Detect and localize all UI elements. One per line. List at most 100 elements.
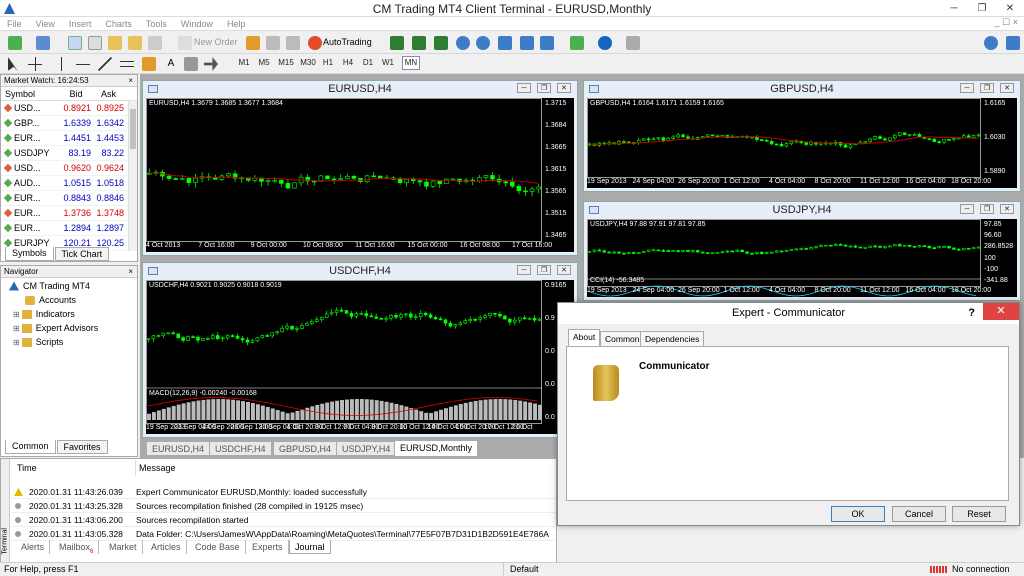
navigator-indicators[interactable]: ⊞ Indicators — [13, 309, 75, 319]
chart-canvas[interactable]: USDCHF,H4 0.9021 0.9025 0.9018 0.9019 MAC… — [146, 280, 574, 434]
market-watch-row[interactable]: GBP... 1.6339 1.6342 — [1, 116, 137, 131]
chart-tab-usdjpy-h4[interactable]: USDJPY,H4 — [336, 441, 397, 456]
autotrading-icon[interactable] — [308, 36, 322, 50]
new-chart-icon[interactable] — [8, 36, 22, 50]
chart-window-usdchf[interactable]: USDCHF,H4 ─ ❐ ✕ USDCHF,H4 0.9021 0.9025 0.9… — [142, 262, 578, 438]
chart-minimize-button[interactable]: ─ — [960, 83, 974, 93]
maximize-button[interactable]: ❐ — [968, 0, 996, 17]
navigator-root[interactable]: CM Trading MT4 — [9, 281, 90, 291]
navigator-accounts[interactable]: Accounts — [25, 295, 76, 305]
horizontal-line-icon[interactable] — [76, 57, 90, 71]
journal-row[interactable]: 2020.01.31 11:43:26.039 Expert Communicat… — [11, 485, 556, 499]
mdi-controls[interactable]: _ ☐ × — [995, 17, 1018, 28]
menu-tools[interactable]: Tools — [139, 17, 174, 31]
chart-window-eurusd[interactable]: EURUSD,H4 ─ ❐ ✕ EURUSD,H4 1.3679 1.3685 1.3… — [142, 80, 578, 256]
dialog-tab-about[interactable]: About — [568, 329, 601, 347]
journal-row[interactable]: 2020.01.31 11:43:05.328 Data Folder: C:\U… — [11, 527, 556, 541]
indicators-icon[interactable] — [570, 36, 584, 50]
tab-mailbox[interactable]: Mailbox6 — [54, 540, 100, 555]
chart-canvas[interactable]: EURUSD,H4 1.3679 1.3685 1.3677 1.3684 1.3… — [146, 98, 574, 252]
dialog-tab-common[interactable]: Common — [600, 331, 645, 347]
chart-close-button[interactable]: ✕ — [1000, 204, 1014, 214]
chart-tab-eurusd-h4[interactable]: EURUSD,H4 — [146, 441, 211, 456]
ok-button[interactable]: OK — [831, 506, 885, 522]
tf-m5[interactable]: M5 — [256, 58, 272, 67]
col-message[interactable]: Message — [135, 460, 176, 476]
market-icon[interactable] — [266, 36, 280, 50]
market-watch-row[interactable]: EUR... 1.4451 1.4453 — [1, 131, 137, 146]
dialog-close-button[interactable]: ✕ — [983, 303, 1019, 320]
tf-m15[interactable]: M15 — [276, 58, 296, 67]
signals-icon[interactable] — [286, 36, 300, 50]
col-ask[interactable]: Ask — [93, 87, 127, 100]
market-watch-scrollbar[interactable] — [128, 101, 137, 251]
chart-maximize-button[interactable]: ❐ — [537, 83, 551, 93]
minimize-button[interactable]: ─ — [940, 0, 968, 17]
market-watch-row[interactable]: USD... 0.9620 0.9624 — [1, 161, 137, 176]
chart-window-usdjpy[interactable]: USDJPY,H4 ─ ❐ ✕ USDJPY,H4 97.88 97.91 97.81… — [583, 201, 1021, 301]
chart-minimize-button[interactable]: ─ — [517, 265, 531, 275]
market-watch-close-button[interactable]: × — [128, 75, 133, 87]
terminal-icon[interactable] — [128, 36, 142, 50]
candlestick-icon[interactable] — [412, 36, 426, 50]
market-watch-row[interactable]: EUR... 1.2894 1.2897 — [1, 221, 137, 236]
periods-icon[interactable] — [598, 36, 612, 50]
new-order-button[interactable]: New Order — [194, 37, 238, 47]
menu-window[interactable]: Window — [174, 17, 220, 31]
close-window-button[interactable]: ✕ — [996, 0, 1024, 17]
navigator-close-button[interactable]: × — [128, 266, 133, 278]
tab-code-base[interactable]: Code Base — [190, 540, 246, 554]
chart-close-button[interactable]: ✕ — [1000, 83, 1014, 93]
text-label-icon[interactable] — [184, 57, 198, 71]
tf-h4[interactable]: H4 — [340, 58, 356, 67]
menu-charts[interactable]: Charts — [98, 17, 139, 31]
market-watch-row[interactable]: USDJPY 83.19 83.22 — [1, 146, 137, 161]
autoscroll-icon[interactable] — [520, 36, 534, 50]
market-watch-row[interactable]: AUD... 1.0515 1.0518 — [1, 176, 137, 191]
menu-insert[interactable]: Insert — [62, 17, 99, 31]
bar-chart-icon[interactable] — [390, 36, 404, 50]
chat-icon[interactable] — [1006, 36, 1020, 50]
new-order-icon[interactable] — [178, 36, 192, 50]
navigator-expert-advisors[interactable]: ⊞ Expert Advisors — [13, 323, 98, 333]
tab-journal[interactable]: Journal — [289, 540, 331, 554]
chart-maximize-button[interactable]: ❐ — [537, 265, 551, 275]
reset-button[interactable]: Reset — [952, 506, 1006, 522]
tab-market[interactable]: Market — [104, 540, 143, 554]
market-watch-icon[interactable] — [68, 36, 82, 50]
menu-view[interactable]: View — [29, 17, 62, 31]
search-icon[interactable] — [984, 36, 998, 50]
menu-help[interactable]: Help — [220, 17, 253, 31]
tester-icon[interactable] — [148, 36, 162, 50]
journal-row[interactable]: 2020.01.31 11:43:06.200 Sources recompila… — [11, 513, 556, 527]
menu-file[interactable]: File — [0, 17, 29, 31]
chart-close-button[interactable]: ✕ — [557, 83, 571, 93]
chart-maximize-button[interactable]: ❐ — [980, 83, 994, 93]
dialog-tab-dependencies[interactable]: Dependencies — [640, 331, 705, 347]
chart-minimize-button[interactable]: ─ — [517, 83, 531, 93]
tab-alerts[interactable]: Alerts — [16, 540, 51, 554]
market-watch-row[interactable]: EUR... 0.8843 0.8846 — [1, 191, 137, 206]
navigator-icon[interactable] — [108, 36, 122, 50]
tf-w1[interactable]: W1 — [380, 58, 396, 67]
tab-tick-chart[interactable]: Tick Chart — [54, 247, 110, 261]
chart-canvas[interactable]: GBPUSD,H4 1.6164 1.6171 1.6159 1.6165 1.6… — [587, 98, 1017, 188]
crosshair-icon[interactable] — [28, 57, 42, 71]
text-icon[interactable]: A — [164, 57, 178, 71]
vertical-line-icon[interactable] — [54, 57, 68, 71]
dialog-help-button[interactable]: ? — [968, 303, 975, 324]
journal-row[interactable]: 2020.01.31 11:43:25.328 Sources recompila… — [11, 499, 556, 513]
chart-tab-usdchf-h4[interactable]: USDCHF,H4 — [209, 441, 272, 456]
zoom-in-icon[interactable] — [456, 36, 470, 50]
tf-m30[interactable]: M30 — [298, 58, 318, 67]
col-bid[interactable]: Bid — [61, 87, 93, 100]
tf-d1[interactable]: D1 — [360, 58, 376, 67]
cursor-icon[interactable] — [8, 57, 18, 71]
tf-h1[interactable]: H1 — [320, 58, 336, 67]
tf-m1[interactable]: M1 — [236, 58, 252, 67]
col-symbol[interactable]: Symbol — [1, 87, 61, 100]
zoom-out-icon[interactable] — [476, 36, 490, 50]
tab-symbols[interactable]: Symbols — [5, 247, 54, 261]
tab-common[interactable]: Common — [5, 440, 56, 454]
market-watch-row[interactable]: EUR... 1.3736 1.3748 — [1, 206, 137, 221]
